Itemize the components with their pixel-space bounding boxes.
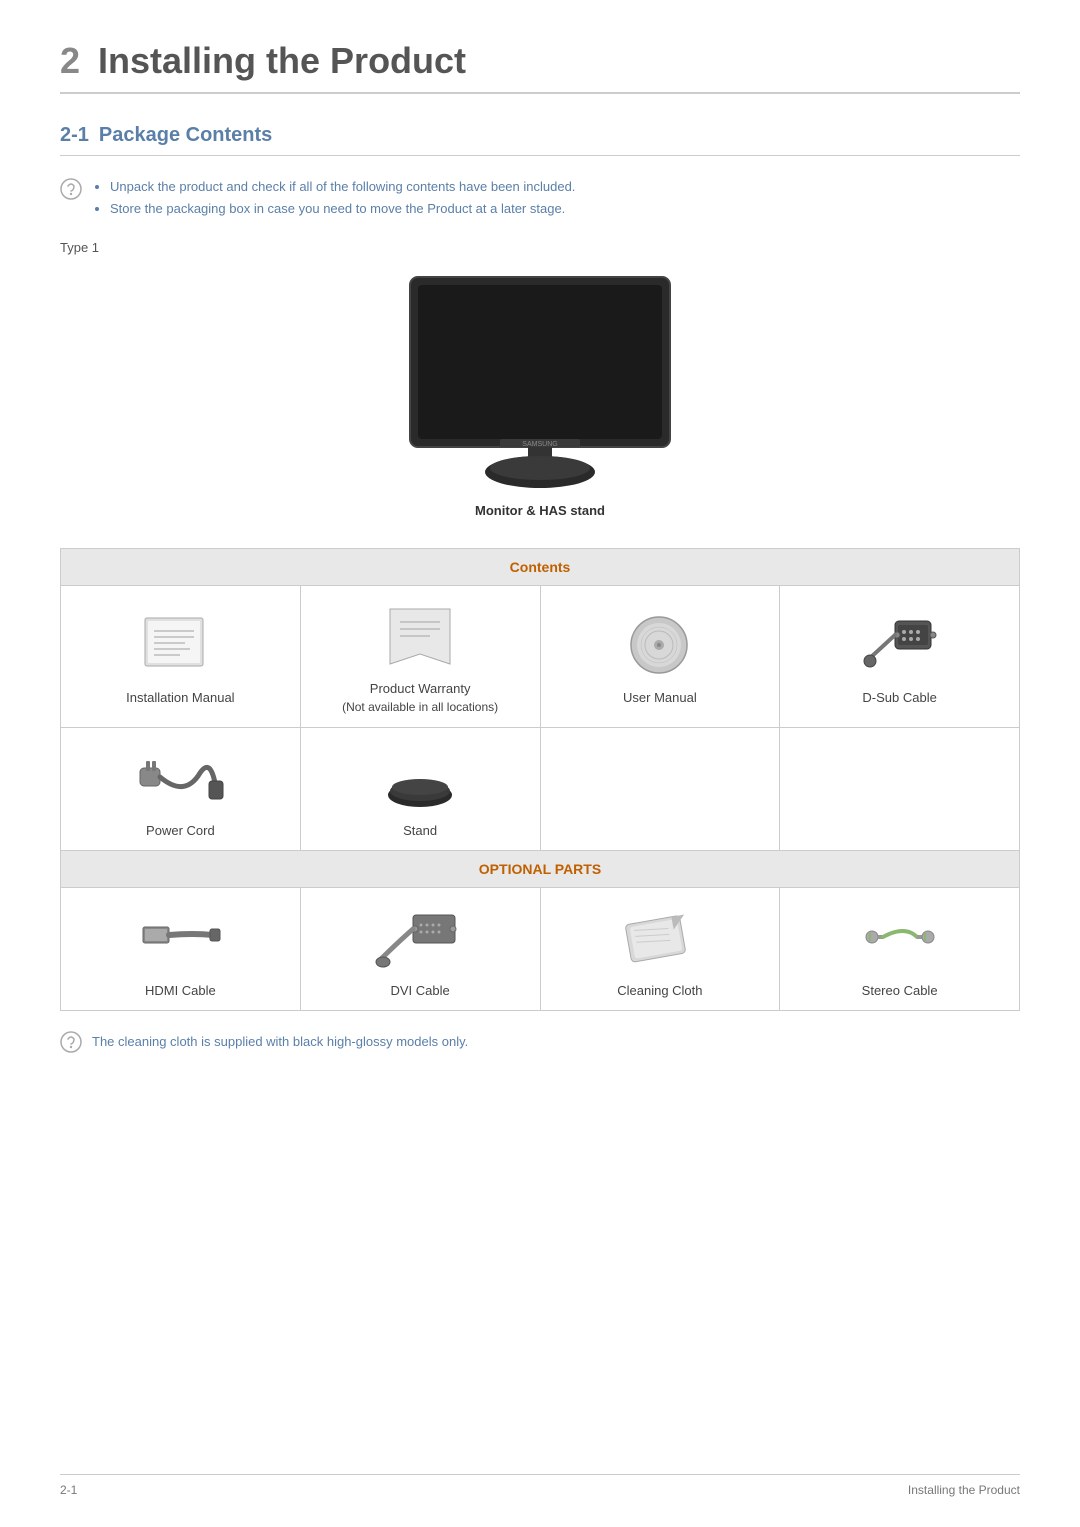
dvi-cable-label: DVI Cable <box>311 982 530 1000</box>
contents-header-cell: Contents <box>61 549 1020 586</box>
notice-icon <box>60 178 82 200</box>
item-user-manual: User Manual <box>540 586 780 727</box>
user-manual-label: User Manual <box>551 689 770 707</box>
user-manual-icon <box>627 613 692 678</box>
type-label: Type 1 <box>60 240 1020 255</box>
item-hdmi-cable: HDMI Cable <box>61 887 301 1010</box>
dvi-cable-img <box>311 898 530 978</box>
optional-row-1: HDMI Cable <box>61 887 1020 1010</box>
cleaning-cloth-img <box>551 898 770 978</box>
footer-notice-text: The cleaning cloth is supplied with blac… <box>92 1031 468 1053</box>
notice-item-1: Unpack the product and check if all of t… <box>110 176 575 198</box>
power-cord-img <box>71 738 290 818</box>
svg-text:SAMSUNG: SAMSUNG <box>522 441 557 448</box>
monitor-caption: Monitor & HAS stand <box>475 503 605 518</box>
stereo-cable-label: Stereo Cable <box>790 982 1009 1000</box>
hdmi-cable-icon <box>138 905 223 970</box>
stand-label: Stand <box>311 822 530 840</box>
monitor-container: SAMSUNG Monitor & HAS stand <box>60 267 1020 538</box>
empty-cell-1 <box>540 727 780 850</box>
dsub-cable-icon <box>860 613 940 678</box>
installation-manual-label: Installation Manual <box>71 689 290 707</box>
cleaning-cloth-label: Cleaning Cloth <box>551 982 770 1000</box>
notice-block: Unpack the product and check if all of t… <box>60 176 1020 220</box>
footer-page-num: 2-1 <box>60 1483 77 1497</box>
item-dvi-cable: DVI Cable <box>300 887 540 1010</box>
item-dsub-cable: D-Sub Cable <box>780 586 1020 727</box>
item-stand: Stand <box>300 727 540 850</box>
hdmi-cable-img <box>71 898 290 978</box>
empty-cell-2 <box>780 727 1020 850</box>
contents-row-2: Power Cord Stand <box>61 727 1020 850</box>
notice-list: Unpack the product and check if all of t… <box>92 176 575 220</box>
chapter-title: Installing the Product <box>98 40 466 81</box>
notice-item-2: Store the packaging box in case you need… <box>110 198 575 220</box>
cleaning-cloth-icon <box>620 905 700 970</box>
page-header: 2 Installing the Product <box>60 40 1020 94</box>
item-stereo-cable: Stereo Cable <box>780 887 1020 1010</box>
item-installation-manual: Installation Manual <box>61 586 301 727</box>
contents-row-1: Installation Manual Product Warranty(Not… <box>61 586 1020 727</box>
installation-manual-img <box>71 605 290 685</box>
footer-notice-icon <box>60 1031 82 1053</box>
footer-notice: The cleaning cloth is supplied with blac… <box>60 1031 1020 1053</box>
product-warranty-label: Product Warranty(Not available in all lo… <box>311 680 530 716</box>
monitor-image: SAMSUNG <box>380 267 700 497</box>
power-cord-label: Power Cord <box>71 822 290 840</box>
page-title: 2 Installing the Product <box>60 40 1020 82</box>
section-label: Package Contents <box>99 124 272 146</box>
item-product-warranty: Product Warranty(Not available in all lo… <box>300 586 540 727</box>
item-power-cord: Power Cord <box>61 727 301 850</box>
optional-header-cell: OPTIONAL PARTS <box>61 850 1020 887</box>
item-cleaning-cloth: Cleaning Cloth <box>540 887 780 1010</box>
stereo-cable-icon <box>860 905 940 970</box>
chapter-number: 2 <box>60 40 80 81</box>
dsub-cable-label: D-Sub Cable <box>790 689 1009 707</box>
contents-header-row: Contents <box>61 549 1020 586</box>
section-title: 2-1 Package Contents <box>60 124 1020 156</box>
user-manual-img <box>551 605 770 685</box>
dvi-cable-icon <box>375 905 465 970</box>
hdmi-cable-label: HDMI Cable <box>71 982 290 1000</box>
contents-table: Contents Installation Manual <box>60 548 1020 1011</box>
installation-manual-icon <box>140 613 220 678</box>
page-footer: 2-1 Installing the Product <box>60 1474 1020 1497</box>
stand-img <box>311 738 530 818</box>
stereo-cable-img <box>790 898 1009 978</box>
stand-icon <box>380 743 460 813</box>
power-cord-icon <box>135 743 225 813</box>
footer-chapter-title: Installing the Product <box>908 1483 1020 1497</box>
section-number: 2-1 <box>60 124 89 146</box>
product-warranty-img <box>311 596 530 676</box>
product-warranty-icon <box>385 604 455 669</box>
dsub-cable-img <box>790 605 1009 685</box>
optional-header-row: OPTIONAL PARTS <box>61 850 1020 887</box>
